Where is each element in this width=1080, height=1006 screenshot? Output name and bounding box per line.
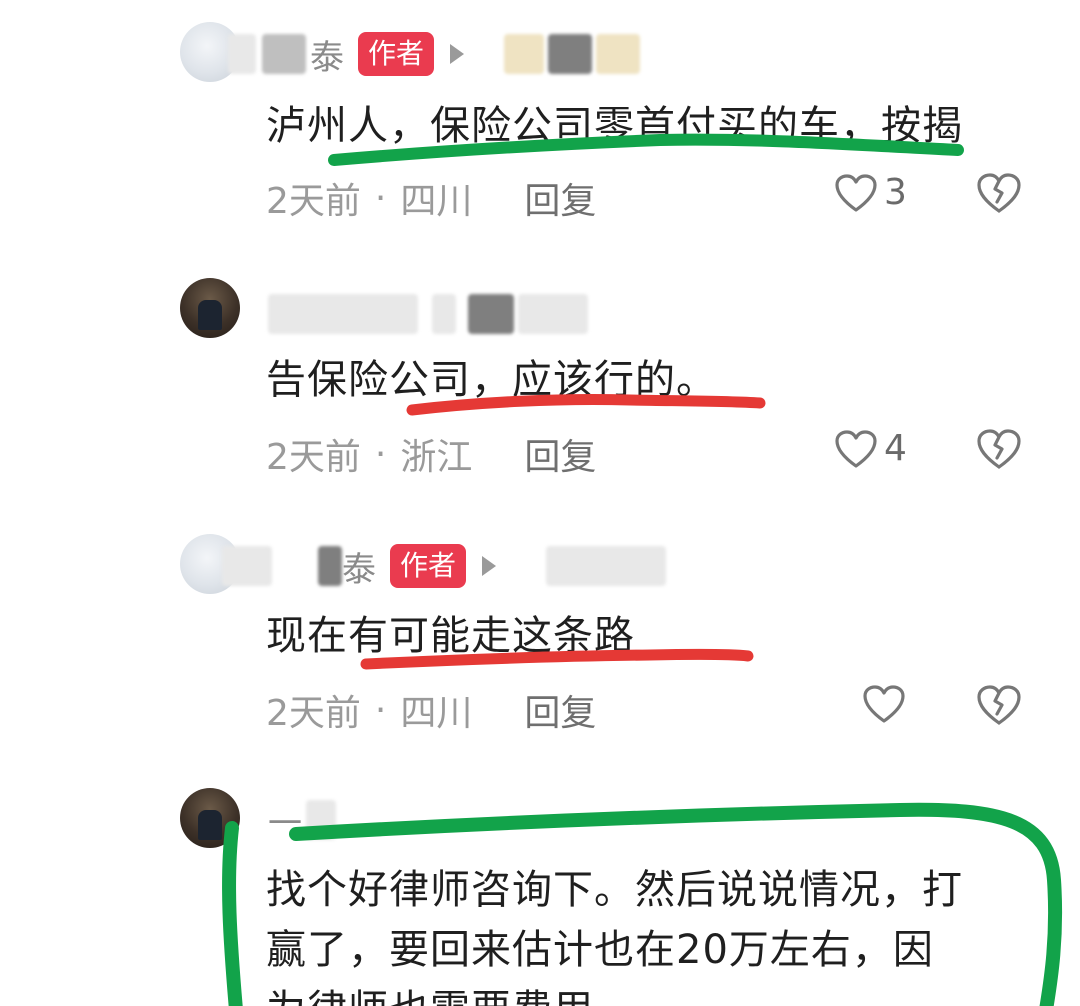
comment-meta: 2天前 · 四川 回复: [266, 172, 596, 224]
separator-dot: ·: [374, 433, 387, 475]
comment-time: 2天前: [266, 181, 361, 222]
reply-button[interactable]: 回复: [524, 684, 596, 736]
author-badge: 作者: [358, 32, 435, 76]
blurred-username: [222, 546, 272, 586]
comment-author-row: [268, 290, 588, 338]
comment-text-line: 找个好律师咨询下。然后说说情况，打: [266, 867, 963, 913]
comment-location: 浙江: [400, 437, 473, 478]
blurred-username: [432, 294, 456, 334]
avatar[interactable]: [180, 278, 240, 338]
comment-meta: 2天前 · 浙江 回复: [266, 428, 596, 480]
separator-dot: ·: [374, 177, 387, 219]
comment-author-row: 泰 作者: [222, 542, 667, 591]
blurred-username: [548, 34, 593, 74]
comment-time: 2天前: [266, 693, 361, 734]
blurred-username: [468, 294, 514, 334]
like-count: 4: [884, 428, 907, 469]
heart-outline-icon: [863, 685, 905, 723]
username-text[interactable]: 泰: [342, 542, 376, 591]
comment-meta: 2天前 · 四川 回复: [266, 684, 596, 736]
comment-location: 四川: [400, 693, 473, 734]
comment-time: 2天前: [266, 437, 361, 478]
reply-arrow-icon: [450, 44, 465, 64]
username-text[interactable]: 泰: [310, 30, 344, 79]
avatar[interactable]: [180, 788, 240, 848]
heart-outline-icon: [835, 429, 877, 468]
comment-text: 告保险公司，应该行的。: [266, 357, 717, 403]
reply-arrow-icon: [482, 556, 497, 576]
blurred-username: [306, 800, 336, 840]
reply-button[interactable]: 回复: [524, 172, 596, 224]
like-button[interactable]: 4: [834, 428, 907, 469]
blurred-username: [504, 34, 545, 74]
comment-text: 泸州人，保险公司零首付买的车，按揭: [266, 103, 963, 149]
broken-heart-icon[interactable]: [976, 684, 1022, 726]
like-button[interactable]: 3: [834, 172, 907, 213]
separator-dot: ·: [374, 689, 387, 731]
comment-text-line: 赢了，要回来估计也在20万左右，因: [266, 927, 934, 973]
broken-heart-icon[interactable]: [976, 172, 1022, 214]
blurred-username: [228, 34, 256, 74]
comment-author-row: 泰 作者: [228, 30, 641, 79]
blurred-username: [596, 34, 641, 74]
username-text[interactable]: 一: [268, 796, 302, 845]
blurred-username: [546, 546, 667, 586]
author-badge: 作者: [390, 544, 467, 588]
like-count: 3: [884, 172, 907, 213]
blurred-username: [318, 546, 342, 586]
heart-outline-icon: [835, 173, 877, 212]
reply-button[interactable]: 回复: [524, 428, 596, 480]
comment-location: 四川: [400, 181, 473, 222]
comment-author-row: 一: [268, 796, 336, 844]
blurred-username: [262, 34, 306, 74]
blurred-username: [518, 294, 588, 334]
comment-text: 现在有可能走这条路: [266, 613, 635, 659]
blurred-username: [268, 294, 418, 334]
broken-heart-icon[interactable]: [976, 428, 1022, 470]
like-button[interactable]: [862, 684, 912, 724]
comment-text-line: 为律师也需要费用: [266, 980, 594, 1006]
